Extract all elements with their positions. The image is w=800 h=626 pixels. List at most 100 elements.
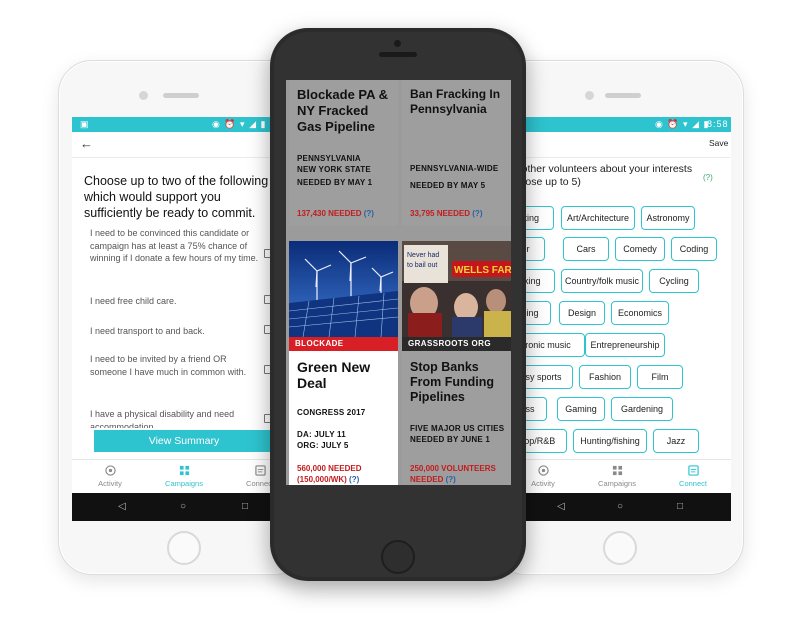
interest-chip[interactable]: Country/folk music xyxy=(561,269,643,293)
campaign-needed: 137,430 NEEDED (?) xyxy=(297,208,374,219)
help-link[interactable]: (?) xyxy=(472,209,482,218)
option-text: I need transport to and back. xyxy=(90,326,205,336)
campaign-title: Green New Deal xyxy=(297,359,371,391)
campaign-needed: 33,795 NEEDED (?) xyxy=(410,208,482,219)
interest-chip[interactable]: Astronomy xyxy=(641,206,695,230)
tab-label: Campaigns xyxy=(598,479,636,488)
home-button[interactable] xyxy=(381,540,415,574)
svg-text:to bail out: to bail out xyxy=(407,262,437,269)
view-summary-button[interactable]: View Summary xyxy=(94,430,272,452)
interest-chip[interactable]: Comedy xyxy=(615,237,665,261)
campaign-locations: FIVE MAJOR US CITIES xyxy=(410,424,505,433)
tab-label: Connect xyxy=(679,479,707,488)
status-bar: ◉ ⏰ ▾ ◢ ▮ 8:58 xyxy=(505,117,731,132)
interest-chip[interactable]: Coding xyxy=(671,237,717,261)
home-button[interactable] xyxy=(603,531,637,565)
right-screen: ◉ ⏰ ▾ ◢ ▮ 8:58 Save Tell other volunteer… xyxy=(505,117,731,521)
campaign-tag: BLOCKADE xyxy=(289,337,398,351)
option-text: I need free child care. xyxy=(90,296,177,306)
needed-suffix: NEEDED xyxy=(410,475,444,484)
needed-count: 137,430 NEEDED xyxy=(297,209,362,218)
back-nav-icon[interactable]: ◁ xyxy=(118,501,126,512)
needed-count: 560,000 NEEDED xyxy=(297,464,362,473)
campaign-needed: 560,000 NEEDED (150,000/WK) (?) xyxy=(297,463,361,485)
activity-icon xyxy=(537,465,549,476)
campaign-event: CONGRESS 2017 xyxy=(297,408,366,417)
option-text: I have a physical disability and need ac… xyxy=(90,409,235,428)
campaign-card[interactable]: Blockade PA & NY Fracked Gas Pipeline PE… xyxy=(289,80,398,226)
android-nav-bar: ◁ ○ □ xyxy=(72,493,272,521)
back-arrow-icon[interactable]: ← xyxy=(80,136,93,151)
connect-icon xyxy=(687,465,699,476)
interest-chip[interactable]: Economics xyxy=(611,301,669,325)
clock: 8:58 xyxy=(707,119,729,129)
campaign-tag: GRASSROOTS ORG xyxy=(402,337,511,351)
interest-chip[interactable]: Gaming xyxy=(557,397,605,421)
front-camera xyxy=(585,91,594,100)
earpiece xyxy=(605,93,641,98)
bottom-tab-bar: Activity Campaigns Connect xyxy=(505,459,731,493)
needed-count: 33,795 NEEDED xyxy=(410,209,471,218)
home-button[interactable] xyxy=(167,531,201,565)
interest-chip[interactable]: Hunting/fishing xyxy=(573,429,647,453)
home-nav-icon[interactable]: ○ xyxy=(180,501,186,512)
interest-chip[interactable]: Art/Architecture xyxy=(561,206,635,230)
status-bar: ▣ ◉ ⏰ ▾ ◢ ▮ xyxy=(72,117,272,132)
center-screen: Blockade PA & NY Fracked Gas Pipeline PE… xyxy=(286,80,511,485)
android-nav-bar: ◁ ○ □ xyxy=(505,493,731,521)
campaign-card[interactable]: Never had to bail out WELLS FARGO GRASSR… xyxy=(402,241,511,485)
campaign-card[interactable]: BLOCKADE Green New Deal CONGRESS 2017 DA… xyxy=(289,241,398,485)
tab-connect[interactable]: Connect xyxy=(653,460,731,494)
campaign-title: Ban Fracking In Pennsylvania xyxy=(410,87,501,116)
earpiece xyxy=(163,93,199,98)
campaign-locations: PENNSYLVANIA-WIDE xyxy=(410,164,499,173)
interest-chip[interactable]: Film xyxy=(637,365,683,389)
interest-chip[interactable]: Gardening xyxy=(611,397,673,421)
question-title: Choose up to two of the following which … xyxy=(84,174,269,220)
save-button[interactable]: Save xyxy=(709,138,728,148)
tab-label: Activity xyxy=(98,479,122,488)
status-icons: ◉ ⏰ ▾ ◢ ▮ xyxy=(212,119,267,129)
option-text: I need to be convinced this candidate or… xyxy=(90,228,259,263)
tab-label: Activity xyxy=(531,479,555,488)
campaigns-grid-icon xyxy=(612,465,622,476)
campaign-locations: PENNSYLVANIA NEW YORK STATE xyxy=(297,154,371,174)
needed-rate: (150,000/WK) xyxy=(297,475,347,484)
campaigns-grid-icon xyxy=(179,465,189,476)
interest-chip[interactable]: Cycling xyxy=(649,269,699,293)
help-link[interactable]: (?) xyxy=(364,209,374,218)
sign-text: WELLS FARGO xyxy=(454,265,511,276)
help-link[interactable]: (?) xyxy=(349,475,359,484)
earpiece xyxy=(379,52,417,57)
tab-label: Connect xyxy=(246,479,272,488)
campaign-deadline: NEEDED BY JUNE 1 xyxy=(410,435,490,444)
tab-connect[interactable]: Connect xyxy=(220,460,272,494)
activity-icon xyxy=(104,465,116,476)
interest-chip[interactable]: Design xyxy=(559,301,605,325)
campaign-title: Stop Banks From Funding Pipelines xyxy=(410,360,495,404)
tab-activity[interactable]: Activity xyxy=(72,460,150,494)
campaign-card[interactable]: Ban Fracking In Pennsylvania PENNSYLVANI… xyxy=(402,80,511,226)
home-nav-icon[interactable]: ○ xyxy=(617,501,623,512)
tab-label: Campaigns xyxy=(165,479,203,488)
help-link[interactable]: (?) xyxy=(446,475,456,484)
solar-wind-photo xyxy=(289,241,398,337)
tab-campaigns[interactable]: Campaigns xyxy=(144,460,224,494)
help-link[interactable]: (?) xyxy=(703,173,713,182)
bottom-tab-bar: Activity Campaigns Connect xyxy=(72,459,272,493)
left-screen: ▣ ◉ ⏰ ▾ ◢ ▮ ← Choose up to two of the fo… xyxy=(72,117,272,521)
interest-chip[interactable]: Cars xyxy=(563,237,609,261)
campaign-needed: 250,000 VOLUNTEERS NEEDED (?) xyxy=(410,463,496,485)
interest-chip[interactable]: Entrepreneurship xyxy=(585,333,665,357)
interests-title: Tell other volunteers about your interes… xyxy=(505,163,693,188)
interest-chip[interactable]: Fashion xyxy=(579,365,631,389)
tab-campaigns[interactable]: Campaigns xyxy=(577,460,657,494)
recents-nav-icon[interactable]: □ xyxy=(242,501,248,512)
svg-text:Never had: Never had xyxy=(407,252,439,259)
recents-nav-icon[interactable]: □ xyxy=(677,501,683,512)
interest-chip[interactable]: Jazz xyxy=(653,429,699,453)
back-nav-icon[interactable]: ◁ xyxy=(557,501,565,512)
front-camera xyxy=(394,40,401,47)
status-icons: ◉ ⏰ ▾ ◢ ▮ xyxy=(655,119,710,129)
notification-icon: ▣ xyxy=(80,119,90,129)
